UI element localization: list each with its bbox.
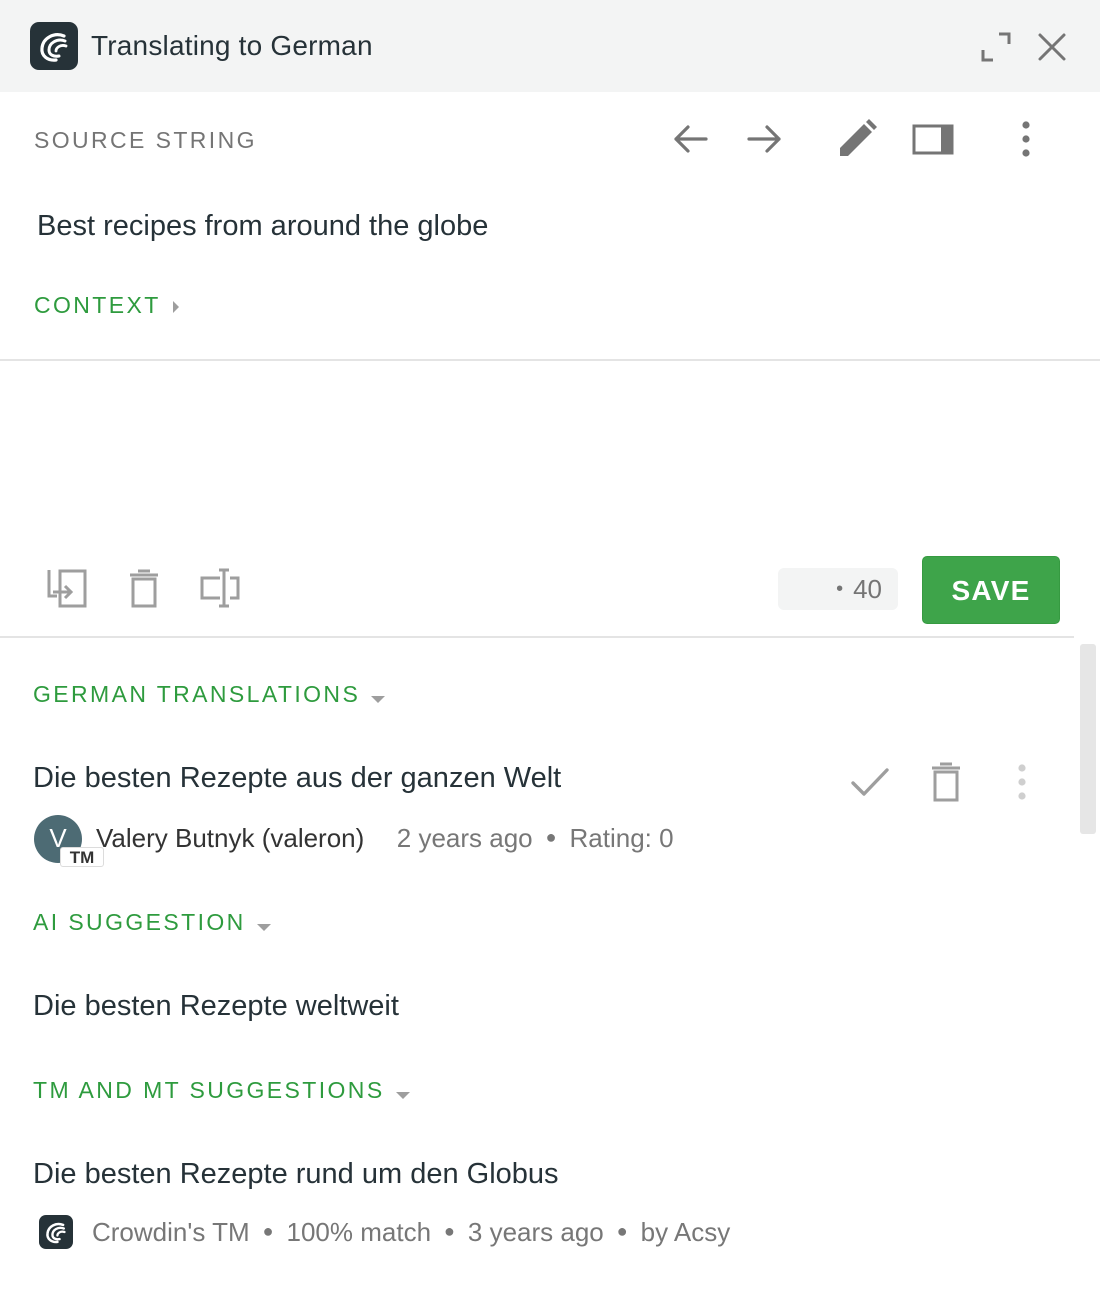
caret-down-icon	[370, 682, 386, 710]
title-bar: Translating to German	[0, 0, 1100, 92]
separator-dot: ●	[444, 1221, 455, 1241]
approve-check-icon[interactable]	[848, 760, 892, 804]
caret-down-icon	[256, 910, 272, 938]
caret-down-icon	[395, 1078, 411, 1106]
tm-source: Crowdin's TM	[92, 1217, 250, 1247]
caret-right-icon	[171, 293, 181, 321]
ai-suggestion-label: AI SUGGESTION	[33, 909, 246, 935]
translation-time: 2 years ago	[396, 823, 533, 853]
delete-icon[interactable]	[122, 566, 166, 610]
delete-translation-icon[interactable]	[924, 760, 968, 804]
separator-dot: ●	[262, 1221, 274, 1241]
tm-match: 100% match	[286, 1217, 432, 1247]
arrow-right-icon[interactable]	[743, 117, 787, 161]
split-view-icon[interactable]	[911, 117, 955, 161]
character-counter: • 40	[778, 568, 898, 610]
crowdin-tm-icon	[39, 1215, 73, 1249]
tm-author: by Acsy	[640, 1217, 731, 1247]
ai-suggestion-text[interactable]: Die besten Rezepte weltweit	[33, 986, 399, 1026]
tm-mt-suggestions-label: TM AND MT SUGGESTIONS	[33, 1077, 385, 1103]
context-label: CONTEXT	[34, 292, 161, 318]
divider	[0, 636, 1074, 638]
context-toggle[interactable]: CONTEXT	[34, 291, 181, 321]
tm-suggestion-text[interactable]: Die besten Rezepte rund um den Globus	[33, 1154, 559, 1194]
scrollbar[interactable]	[1080, 644, 1096, 834]
tm-time: 3 years ago	[467, 1217, 604, 1247]
translation-text[interactable]: Die besten Rezepte aus der ganzen Welt	[33, 758, 561, 798]
close-icon[interactable]	[1035, 30, 1069, 64]
more-vertical-icon[interactable]	[1004, 117, 1048, 161]
translation-rating: Rating: 0	[569, 823, 674, 853]
insert-tag-icon[interactable]	[198, 566, 242, 610]
german-translations-label: GERMAN TRANSLATIONS	[33, 681, 361, 707]
separator-dot: ●	[545, 827, 557, 847]
translation-input[interactable]	[0, 362, 1100, 542]
tm-suggestion-meta: Crowdin's TM ● 100% match ● 3 years ago ● by A…	[92, 1214, 730, 1249]
divider	[0, 359, 1100, 361]
author-name[interactable]: Valery Butnyk (valeron)	[96, 823, 364, 853]
pencil-icon[interactable]	[835, 117, 879, 161]
tm-mt-suggestions-toggle[interactable]: TM AND MT SUGGESTIONS	[33, 1076, 411, 1106]
ai-suggestion-toggle[interactable]: AI SUGGESTION	[33, 908, 272, 938]
window-title: Translating to German	[91, 30, 373, 61]
crowdin-logo-icon	[30, 22, 78, 70]
copy-source-icon[interactable]	[45, 566, 89, 610]
german-translations-toggle[interactable]: GERMAN TRANSLATIONS	[33, 680, 386, 710]
source-string-text: Best recipes from around the globe	[37, 210, 489, 242]
source-string-label: SOURCE STRING	[34, 127, 257, 153]
counter-value: 40	[853, 574, 882, 604]
translation-more-icon[interactable]	[1000, 760, 1044, 804]
separator-dot: ●	[616, 1221, 628, 1241]
save-button[interactable]: SAVE	[922, 556, 1060, 624]
translation-meta: Valery Butnyk (valeron) 2 years ago ● Rati…	[96, 820, 674, 855]
arrow-left-icon[interactable]	[668, 117, 712, 161]
expand-icon[interactable]	[979, 30, 1013, 64]
